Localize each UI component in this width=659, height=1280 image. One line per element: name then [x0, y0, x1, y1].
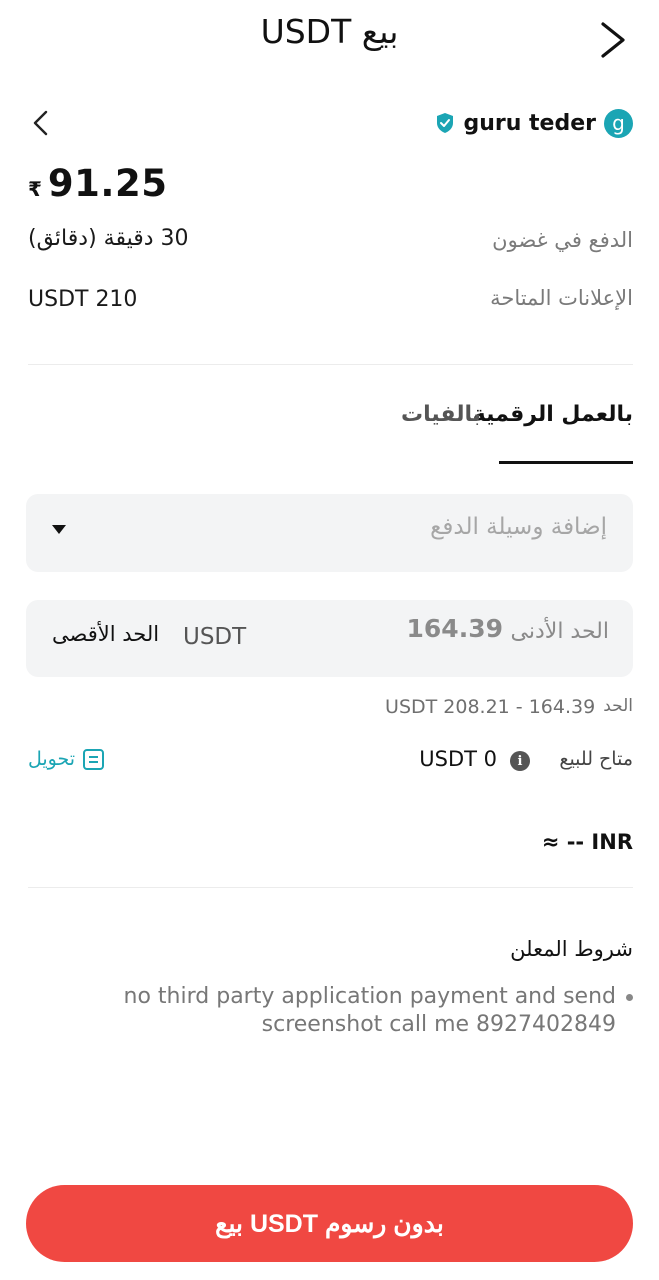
price-value: 91.25: [47, 162, 168, 205]
merchant-info[interactable]: guru teder g: [435, 107, 633, 139]
chevron-left-icon[interactable]: [26, 106, 56, 140]
bullet-icon: [626, 994, 633, 1001]
info-icon[interactable]: i: [510, 751, 530, 771]
payment-window-label: الدفع في غضون: [492, 228, 633, 252]
tab-fiat[interactable]: بالفيات: [401, 402, 481, 427]
tab-active-indicator: [499, 461, 633, 464]
payment-method-placeholder: إضافة وسيلة الدفع: [430, 514, 607, 540]
min-label: الحد الأدنى: [510, 619, 609, 644]
approx-value: ≈ -- INR: [541, 830, 633, 854]
max-button[interactable]: الحد الأقصى: [52, 622, 159, 646]
price: ₹ 91.25: [28, 162, 167, 205]
available-ads-label: الإعلانات المتاحة: [490, 286, 633, 310]
merchant-name: guru teder: [463, 110, 596, 136]
divider: [28, 364, 633, 365]
available-label: متاح للبيع: [559, 748, 633, 770]
limit-range: الحد USDT 208.21 - 164.39: [385, 696, 633, 718]
available-ads-value: USDT 210: [28, 287, 138, 312]
avatar: g: [604, 108, 633, 138]
amount-input[interactable]: الحد الأدنى 164.39 USDT الحد الأقصى: [26, 600, 633, 677]
terms-item: no third party application payment and s…: [113, 983, 633, 1039]
shield-check-icon: [435, 112, 455, 134]
available-value: USDT 0: [419, 747, 497, 771]
convert-link[interactable]: تحويل: [28, 748, 105, 770]
tab-crypto[interactable]: بالعمل الرقمية: [473, 402, 633, 427]
amount-unit: USDT: [183, 624, 247, 650]
terms-text: no third party application payment and s…: [123, 984, 616, 1037]
currency-symbol: ₹: [28, 177, 42, 201]
divider: [28, 887, 633, 888]
chevron-right-icon[interactable]: [591, 18, 631, 62]
limit-label: الحد: [603, 696, 633, 716]
convert-label: تحويل: [28, 748, 76, 770]
sell-button-label: بدون رسوم USDT بيع: [215, 1209, 444, 1238]
min-value: 164.39: [406, 614, 503, 643]
page-title: بيع USDT: [260, 12, 399, 51]
convert-icon: [83, 748, 105, 770]
terms-title: شروط المعلن: [510, 937, 633, 961]
payment-window-value: 30 دقيقة (دقائق): [28, 226, 189, 251]
sell-button[interactable]: بدون رسوم USDT بيع: [26, 1185, 633, 1262]
limit-value: USDT 208.21 - 164.39: [385, 696, 596, 718]
payment-method-select[interactable]: إضافة وسيلة الدفع: [26, 494, 633, 572]
caret-down-icon: [52, 525, 66, 534]
